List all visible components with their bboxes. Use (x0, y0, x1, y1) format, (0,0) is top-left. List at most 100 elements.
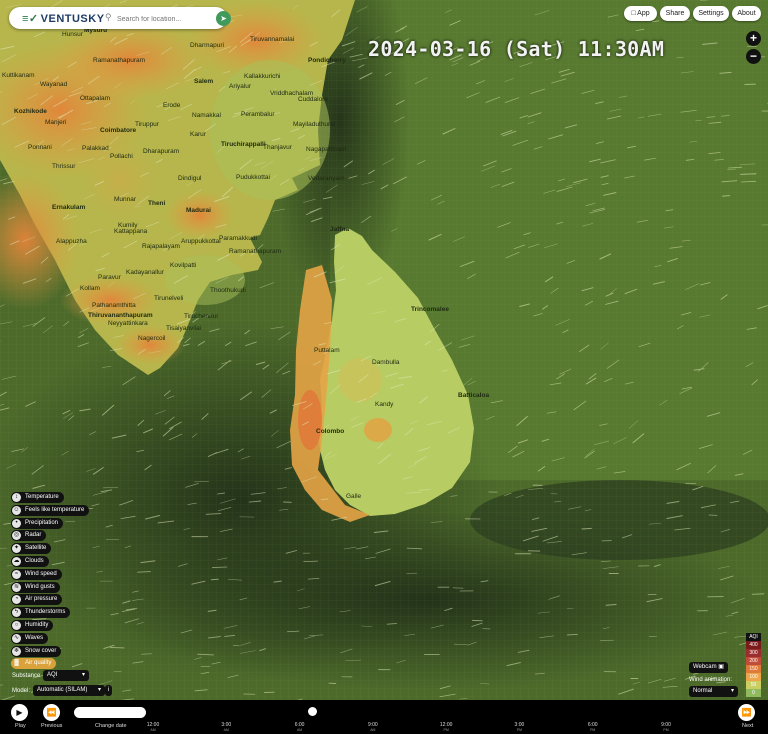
layer-label: Waves (25, 634, 44, 641)
ventusky-logo[interactable]: ≡✓ VENTUSKY (22, 12, 105, 25)
webcam-label: Webcam (693, 664, 717, 670)
wind-streak (647, 593, 657, 596)
city-label: Tiruppur (135, 121, 160, 128)
city-label: Salem (194, 78, 213, 85)
tick-ampm: PM (443, 728, 449, 732)
layer-item-clouds[interactable]: ☁ Clouds (11, 556, 49, 567)
timeline-tick[interactable]: 3:00 AM (211, 722, 241, 732)
city-label: Kattappana (114, 228, 148, 235)
city-label: Pollachi (110, 153, 133, 160)
layer-item-temperature[interactable]: ↕ Temperature (11, 492, 64, 503)
city-label: Tirunelveli (154, 295, 183, 302)
city-label: Kozhikode (14, 108, 47, 115)
wind-streak (109, 646, 125, 649)
city-label: Vedaranyam (308, 175, 345, 182)
lightning-icon: ϟ (12, 608, 21, 618)
wave-icon: ∿ (12, 633, 21, 643)
weather-map[interactable]: Mysuru Hunsur Tiruvannamalai Dharmapuri … (0, 0, 768, 734)
tick-ampm: AM (370, 728, 376, 732)
legend-step: 150 (746, 665, 761, 673)
model-info-icon[interactable]: i (105, 685, 112, 696)
city-label: Kuttikanam (2, 72, 35, 79)
cloud-icon: ☁ (12, 557, 21, 566)
play-button[interactable]: ▶ (11, 704, 28, 721)
city-label: Tiruchendur (184, 313, 219, 320)
city-label: Perambalur (241, 111, 275, 118)
layer-label: Feels like temperature (25, 506, 85, 513)
next-button[interactable]: ⏩ (738, 704, 755, 721)
timeline-handle[interactable] (307, 707, 317, 716)
city-label: Thiruvananthapuram (88, 312, 153, 319)
my-location-icon[interactable]: ➤ (216, 11, 231, 26)
search-icon: ⚲ (105, 12, 112, 22)
layer-item-snow-cover[interactable]: ❄ Snow cover (11, 645, 62, 657)
city-label: Mayiladuthurai (293, 121, 335, 128)
city-label: Namakkal (192, 112, 221, 119)
app-label: App (637, 10, 650, 17)
timeline-tick[interactable]: 9:00 PM (651, 722, 681, 732)
city-label: Ariyalur (229, 83, 252, 90)
legend-title: AQI (746, 633, 761, 641)
layer-item-humidity[interactable]: ○ Humidity (11, 620, 54, 631)
timeline-tick[interactable]: 12:00 AM (138, 722, 168, 732)
layer-label: Humidity (25, 622, 49, 628)
layer-label: Wind speed (25, 570, 57, 577)
share-label: Share (665, 10, 685, 17)
person-icon: ☺ (12, 505, 21, 515)
timeline-tick[interactable]: 12:00 PM (431, 722, 461, 732)
satellite-icon: ✦ (12, 544, 21, 554)
layer-item-wind-gusts[interactable]: ≋ Wind gusts (11, 581, 60, 593)
previous-button[interactable]: ⏪ (43, 704, 60, 721)
layer-label: Air pressure (25, 596, 58, 603)
timeline-tick[interactable]: 9:00 AM (358, 722, 388, 732)
change-date-slider[interactable] (74, 707, 146, 718)
city-label: Colombo (316, 428, 344, 435)
wind-streak (212, 566, 228, 569)
timeline-tick[interactable]: 6:00 PM (578, 722, 608, 732)
next-label: Next (742, 723, 754, 729)
layer-item-precipitation[interactable]: • Precipitation (11, 517, 64, 529)
layer-label: Clouds (25, 558, 44, 564)
search-input[interactable] (115, 11, 211, 27)
app-button[interactable]: □ App (624, 6, 657, 21)
city-label: Pathanamthitta (92, 302, 136, 309)
radar-icon: ◎ (12, 531, 21, 541)
about-button[interactable]: About (732, 6, 761, 21)
play-label: Play (15, 723, 26, 729)
layer-item-radar[interactable]: ◎ Radar (11, 530, 47, 542)
city-label: Nagapattinam (306, 146, 346, 153)
wind-animation-select[interactable]: Normal ▾ (689, 686, 738, 697)
model-select[interactable]: Automatic (SILAM) ▾ (33, 685, 105, 696)
camera-icon: ▣ (718, 664, 724, 670)
zoom-out-button[interactable]: − (746, 49, 761, 64)
layer-item-feels-like-temperature[interactable]: ☺ Feels like temperature (11, 504, 90, 516)
layer-item-thunderstorms[interactable]: ϟ Thunderstorms (11, 607, 71, 619)
layer-item-air-quality[interactable]: ▓ Air quality (11, 658, 57, 670)
previous-label: Previous (41, 723, 63, 729)
zoom-in-button[interactable]: + (746, 31, 761, 46)
legend-step: 0 (746, 689, 761, 697)
city-label: Thrissur (52, 163, 76, 170)
wind-streak (210, 578, 219, 581)
layer-label: Temperature (25, 494, 59, 500)
city-label: Pudukkottai (236, 174, 270, 181)
wind-streak (605, 604, 617, 606)
gust-icon: ≋ (12, 582, 21, 592)
wind-animation-value: Normal (693, 688, 713, 694)
settings-button[interactable]: Settings (693, 6, 729, 21)
substance-select[interactable]: AQI ▾ (43, 670, 89, 681)
city-label: Rajapalayam (142, 243, 180, 250)
about-label: About (737, 10, 756, 17)
timeline-tick[interactable]: 6:00 AM (285, 722, 315, 732)
share-button[interactable]: Share (660, 6, 690, 21)
layer-item-satellite[interactable]: ✦ Satellite (11, 543, 52, 555)
layer-item-wind-speed[interactable]: ≈ Wind speed (11, 568, 62, 580)
city-label: Kumily (118, 222, 138, 229)
timeline-tick[interactable]: 3:00 PM (504, 722, 534, 732)
wind-streak (303, 560, 319, 563)
drop-icon: • (12, 518, 21, 528)
webcam-toggle[interactable]: Webcam ▣ (689, 662, 728, 673)
layer-item-waves[interactable]: ∿ Waves (11, 632, 49, 644)
layer-item-air-pressure[interactable]: ◔ Air pressure (11, 594, 63, 606)
model-colon: : (29, 688, 31, 694)
